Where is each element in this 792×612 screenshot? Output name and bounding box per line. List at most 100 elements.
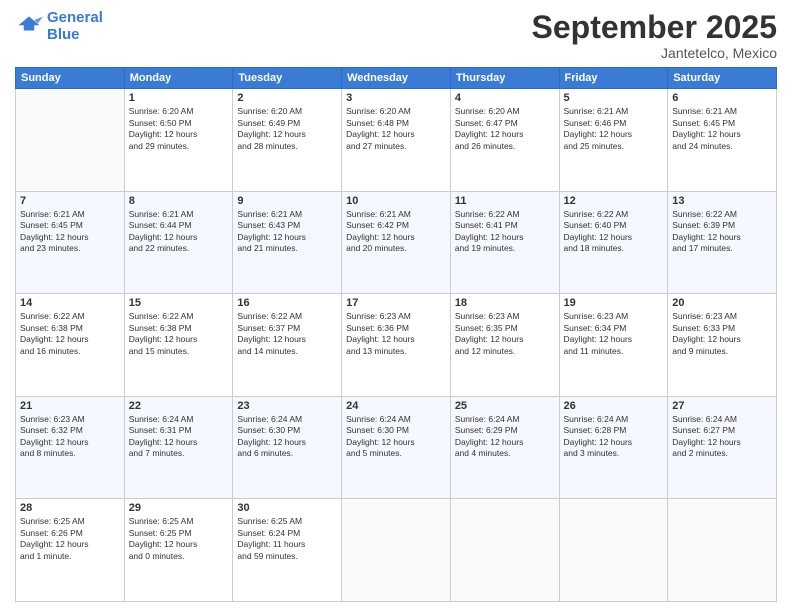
day-number: 11 [455,195,555,207]
calendar-cell: 24 Sunrise: 6:24 AM Sunset: 6:30 PM Dayli… [342,396,451,499]
day-number: 12 [564,195,664,207]
calendar-cell: 18 Sunrise: 6:23 AM Sunset: 6:35 PM Dayli… [450,294,559,397]
day-number: 26 [564,400,664,412]
logo: General Blue [15,10,103,43]
cell-info: Sunrise: 6:21 AM Sunset: 6:43 PM Dayligh… [237,209,337,255]
day-number: 10 [346,195,446,207]
calendar-header-row: SundayMondayTuesdayWednesdayThursdayFrid… [16,68,777,89]
header: General Blue September 2025 Jantetelco, … [15,10,777,61]
cell-info: Sunrise: 6:20 AM Sunset: 6:49 PM Dayligh… [237,106,337,152]
calendar-cell: 6Sunrise: 6:21 AM Sunset: 6:45 PM Daylig… [668,89,777,192]
cell-info: Sunrise: 6:21 AM Sunset: 6:42 PM Dayligh… [346,209,446,255]
weekday-header-sunday: Sunday [16,68,125,89]
calendar-cell: 10 Sunrise: 6:21 AM Sunset: 6:42 PM Dayli… [342,191,451,294]
calendar-cell: 22 Sunrise: 6:24 AM Sunset: 6:31 PM Dayli… [124,396,233,499]
day-number: 18 [455,297,555,309]
calendar-cell: 17 Sunrise: 6:23 AM Sunset: 6:36 PM Dayli… [342,294,451,397]
day-number: 9 [237,195,337,207]
day-number: 27 [672,400,772,412]
day-number: 20 [672,297,772,309]
calendar-cell [559,499,668,602]
weekday-header-thursday: Thursday [450,68,559,89]
calendar-cell: 13Sunrise: 6:22 AM Sunset: 6:39 PM Dayli… [668,191,777,294]
calendar-cell: 7Sunrise: 6:21 AM Sunset: 6:45 PM Daylig… [16,191,125,294]
cell-info: Sunrise: 6:24 AM Sunset: 6:30 PM Dayligh… [346,414,446,460]
logo-bird-icon [15,13,43,41]
weekday-header-friday: Friday [559,68,668,89]
day-number: 23 [237,400,337,412]
cell-info: Sunrise: 6:24 AM Sunset: 6:27 PM Dayligh… [672,414,772,460]
weekday-header-tuesday: Tuesday [233,68,342,89]
day-number: 13 [672,195,772,207]
cell-info: Sunrise: 6:21 AM Sunset: 6:45 PM Dayligh… [20,209,120,255]
cell-info: Sunrise: 6:24 AM Sunset: 6:28 PM Dayligh… [564,414,664,460]
calendar-cell [16,89,125,192]
calendar-cell: 30 Sunrise: 6:25 AM Sunset: 6:24 PM Dayli… [233,499,342,602]
calendar-cell: 25 Sunrise: 6:24 AM Sunset: 6:29 PM Dayli… [450,396,559,499]
calendar-cell: 9 Sunrise: 6:21 AM Sunset: 6:43 PM Daylig… [233,191,342,294]
day-number: 4 [455,92,555,104]
calendar-cell [668,499,777,602]
weekday-header-monday: Monday [124,68,233,89]
cell-info: Sunrise: 6:21 AM Sunset: 6:46 PM Dayligh… [564,106,664,152]
calendar-cell: 11 Sunrise: 6:22 AM Sunset: 6:41 PM Dayli… [450,191,559,294]
day-number: 3 [346,92,446,104]
location-subtitle: Jantetelco, Mexico [532,45,777,61]
calendar-cell: 27 Sunrise: 6:24 AM Sunset: 6:27 PM Dayli… [668,396,777,499]
calendar-cell: 16Sunrise: 6:22 AM Sunset: 6:37 PM Dayli… [233,294,342,397]
calendar-cell: 28Sunrise: 6:25 AM Sunset: 6:26 PM Dayli… [16,499,125,602]
calendar-cell [450,499,559,602]
cell-info: Sunrise: 6:22 AM Sunset: 6:41 PM Dayligh… [455,209,555,255]
day-number: 24 [346,400,446,412]
calendar-cell: 20Sunrise: 6:23 AM Sunset: 6:33 PM Dayli… [668,294,777,397]
cell-info: Sunrise: 6:25 AM Sunset: 6:25 PM Dayligh… [129,516,229,562]
cell-info: Sunrise: 6:23 AM Sunset: 6:32 PM Dayligh… [20,414,120,460]
calendar-cell: 26 Sunrise: 6:24 AM Sunset: 6:28 PM Dayli… [559,396,668,499]
cell-info: Sunrise: 6:24 AM Sunset: 6:29 PM Dayligh… [455,414,555,460]
calendar-cell: 8Sunrise: 6:21 AM Sunset: 6:44 PM Daylig… [124,191,233,294]
calendar-cell: 12Sunrise: 6:22 AM Sunset: 6:40 PM Dayli… [559,191,668,294]
day-number: 19 [564,297,664,309]
calendar-cell: 5 Sunrise: 6:21 AM Sunset: 6:46 PM Daylig… [559,89,668,192]
calendar-week-row: 28Sunrise: 6:25 AM Sunset: 6:26 PM Dayli… [16,499,777,602]
day-number: 17 [346,297,446,309]
calendar-cell: 29 Sunrise: 6:25 AM Sunset: 6:25 PM Dayli… [124,499,233,602]
month-title: September 2025 [532,10,777,45]
cell-info: Sunrise: 6:23 AM Sunset: 6:36 PM Dayligh… [346,311,446,357]
calendar-cell: 1Sunrise: 6:20 AM Sunset: 6:50 PM Daylig… [124,89,233,192]
day-number: 1 [129,92,229,104]
day-number: 15 [129,297,229,309]
calendar-table: SundayMondayTuesdayWednesdayThursdayFrid… [15,67,777,602]
title-block: September 2025 Jantetelco, Mexico [532,10,777,61]
weekday-header-wednesday: Wednesday [342,68,451,89]
cell-info: Sunrise: 6:25 AM Sunset: 6:26 PM Dayligh… [20,516,120,562]
day-number: 29 [129,502,229,514]
day-number: 30 [237,502,337,514]
cell-info: Sunrise: 6:23 AM Sunset: 6:34 PM Dayligh… [564,311,664,357]
page: General Blue September 2025 Jantetelco, … [0,0,792,612]
day-number: 21 [20,400,120,412]
cell-info: Sunrise: 6:24 AM Sunset: 6:30 PM Dayligh… [237,414,337,460]
calendar-week-row: 14Sunrise: 6:22 AM Sunset: 6:38 PM Dayli… [16,294,777,397]
cell-info: Sunrise: 6:20 AM Sunset: 6:48 PM Dayligh… [346,106,446,152]
calendar-cell: 2 Sunrise: 6:20 AM Sunset: 6:49 PM Daylig… [233,89,342,192]
cell-info: Sunrise: 6:20 AM Sunset: 6:47 PM Dayligh… [455,106,555,152]
day-number: 16 [237,297,337,309]
calendar-cell: 19 Sunrise: 6:23 AM Sunset: 6:34 PM Dayli… [559,294,668,397]
day-number: 25 [455,400,555,412]
day-number: 14 [20,297,120,309]
cell-info: Sunrise: 6:25 AM Sunset: 6:24 PM Dayligh… [237,516,337,562]
day-number: 22 [129,400,229,412]
calendar-cell: 14Sunrise: 6:22 AM Sunset: 6:38 PM Dayli… [16,294,125,397]
calendar-week-row: 7Sunrise: 6:21 AM Sunset: 6:45 PM Daylig… [16,191,777,294]
cell-info: Sunrise: 6:24 AM Sunset: 6:31 PM Dayligh… [129,414,229,460]
day-number: 2 [237,92,337,104]
calendar-cell: 4 Sunrise: 6:20 AM Sunset: 6:47 PM Daylig… [450,89,559,192]
cell-info: Sunrise: 6:21 AM Sunset: 6:45 PM Dayligh… [672,106,772,152]
day-number: 8 [129,195,229,207]
calendar-cell: 23 Sunrise: 6:24 AM Sunset: 6:30 PM Dayli… [233,396,342,499]
calendar-cell: 15Sunrise: 6:22 AM Sunset: 6:38 PM Dayli… [124,294,233,397]
calendar-week-row: 1Sunrise: 6:20 AM Sunset: 6:50 PM Daylig… [16,89,777,192]
cell-info: Sunrise: 6:23 AM Sunset: 6:35 PM Dayligh… [455,311,555,357]
day-number: 5 [564,92,664,104]
